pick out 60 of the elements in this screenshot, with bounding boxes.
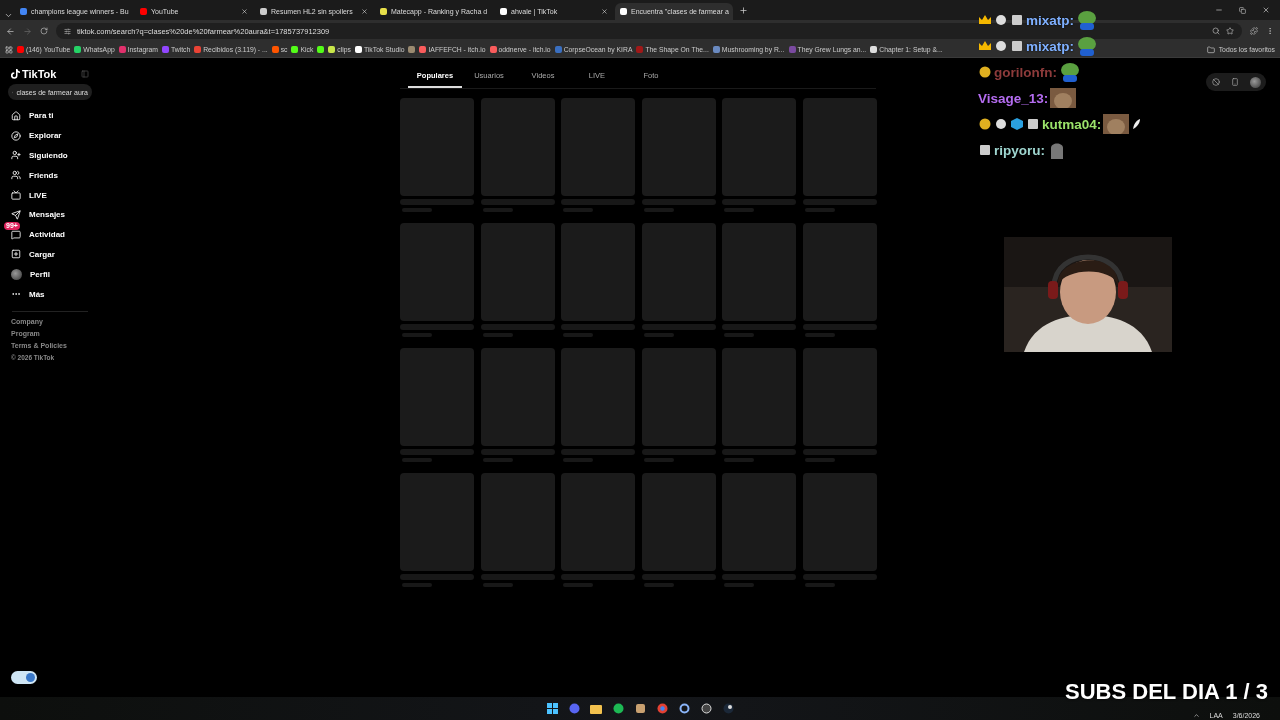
nav-item[interactable]: Para ti bbox=[8, 106, 92, 126]
tiktok-logo[interactable]: TikTok bbox=[11, 68, 57, 80]
nav-item[interactable]: Cargar bbox=[8, 244, 92, 265]
bookmark-icon[interactable] bbox=[317, 46, 325, 53]
nav-icon bbox=[11, 170, 21, 181]
search-icon[interactable] bbox=[1212, 27, 1220, 35]
star-icon[interactable] bbox=[1226, 27, 1234, 35]
nav-icon bbox=[11, 249, 21, 260]
nav-icon bbox=[11, 229, 21, 240]
nav-icon bbox=[11, 110, 21, 121]
cube-icon bbox=[1010, 117, 1024, 131]
site-settings-icon[interactable] bbox=[64, 27, 71, 35]
nav-item[interactable]: Friends bbox=[8, 165, 92, 186]
caret-icon[interactable] bbox=[1192, 712, 1200, 719]
nav-icon bbox=[11, 130, 21, 141]
frog-icon bbox=[1076, 36, 1098, 56]
windows-icon[interactable] bbox=[544, 700, 560, 717]
emote-icon bbox=[1050, 88, 1077, 108]
crown-icon bbox=[978, 13, 992, 27]
nav-item[interactable]: Explorar bbox=[8, 125, 92, 146]
back-icon[interactable] bbox=[6, 26, 15, 36]
crown-icon bbox=[978, 39, 992, 53]
nav-icon bbox=[11, 209, 21, 220]
coin-icon bbox=[978, 117, 992, 131]
subs-counter: SUBS DEL DIA 1 / 3 bbox=[1065, 681, 1268, 703]
close-icon[interactable] bbox=[1262, 6, 1270, 14]
block-icon[interactable] bbox=[1211, 78, 1220, 86]
tab-list-icon[interactable] bbox=[4, 11, 13, 20]
bookmark-icon[interactable] bbox=[408, 46, 416, 53]
feather-icon bbox=[1131, 118, 1142, 130]
nav-icon bbox=[11, 190, 21, 201]
frog-icon bbox=[1059, 62, 1081, 82]
chat-username: ripyoru: bbox=[994, 142, 1045, 158]
menu-icon[interactable] bbox=[1266, 27, 1274, 35]
nav-item[interactable]: Perfil bbox=[8, 264, 92, 285]
emote-icon bbox=[1103, 114, 1130, 134]
coin-icon bbox=[978, 65, 992, 79]
avatar[interactable] bbox=[1249, 76, 1261, 88]
phone-icon[interactable] bbox=[1230, 78, 1239, 86]
toggle-switch[interactable] bbox=[11, 671, 37, 684]
app-icon[interactable] bbox=[698, 700, 714, 717]
close-icon[interactable] bbox=[361, 8, 368, 15]
reload-icon[interactable] bbox=[40, 27, 48, 35]
chat-username: kutma04: bbox=[1042, 116, 1102, 132]
chat-username: gorilonfn: bbox=[994, 64, 1057, 80]
chat-username: mixatp: bbox=[1026, 38, 1074, 54]
nav-item[interactable]: Más bbox=[8, 284, 92, 304]
apps-icon[interactable] bbox=[5, 45, 13, 54]
avatar bbox=[11, 268, 22, 280]
frog-icon bbox=[1076, 10, 1098, 30]
close-icon[interactable] bbox=[241, 8, 248, 15]
nav-icon bbox=[11, 150, 21, 161]
nav-item[interactable]: Siguiendo bbox=[8, 145, 92, 166]
new-tab-icon[interactable] bbox=[739, 5, 748, 15]
restore-icon[interactable] bbox=[1239, 6, 1246, 14]
extensions-icon[interactable] bbox=[1250, 27, 1258, 35]
chat-username: Visage_13: bbox=[978, 90, 1049, 106]
nav-item[interactable]: LIVE bbox=[8, 185, 92, 205]
close-icon[interactable] bbox=[601, 8, 608, 15]
video-controls[interactable] bbox=[1206, 73, 1266, 91]
